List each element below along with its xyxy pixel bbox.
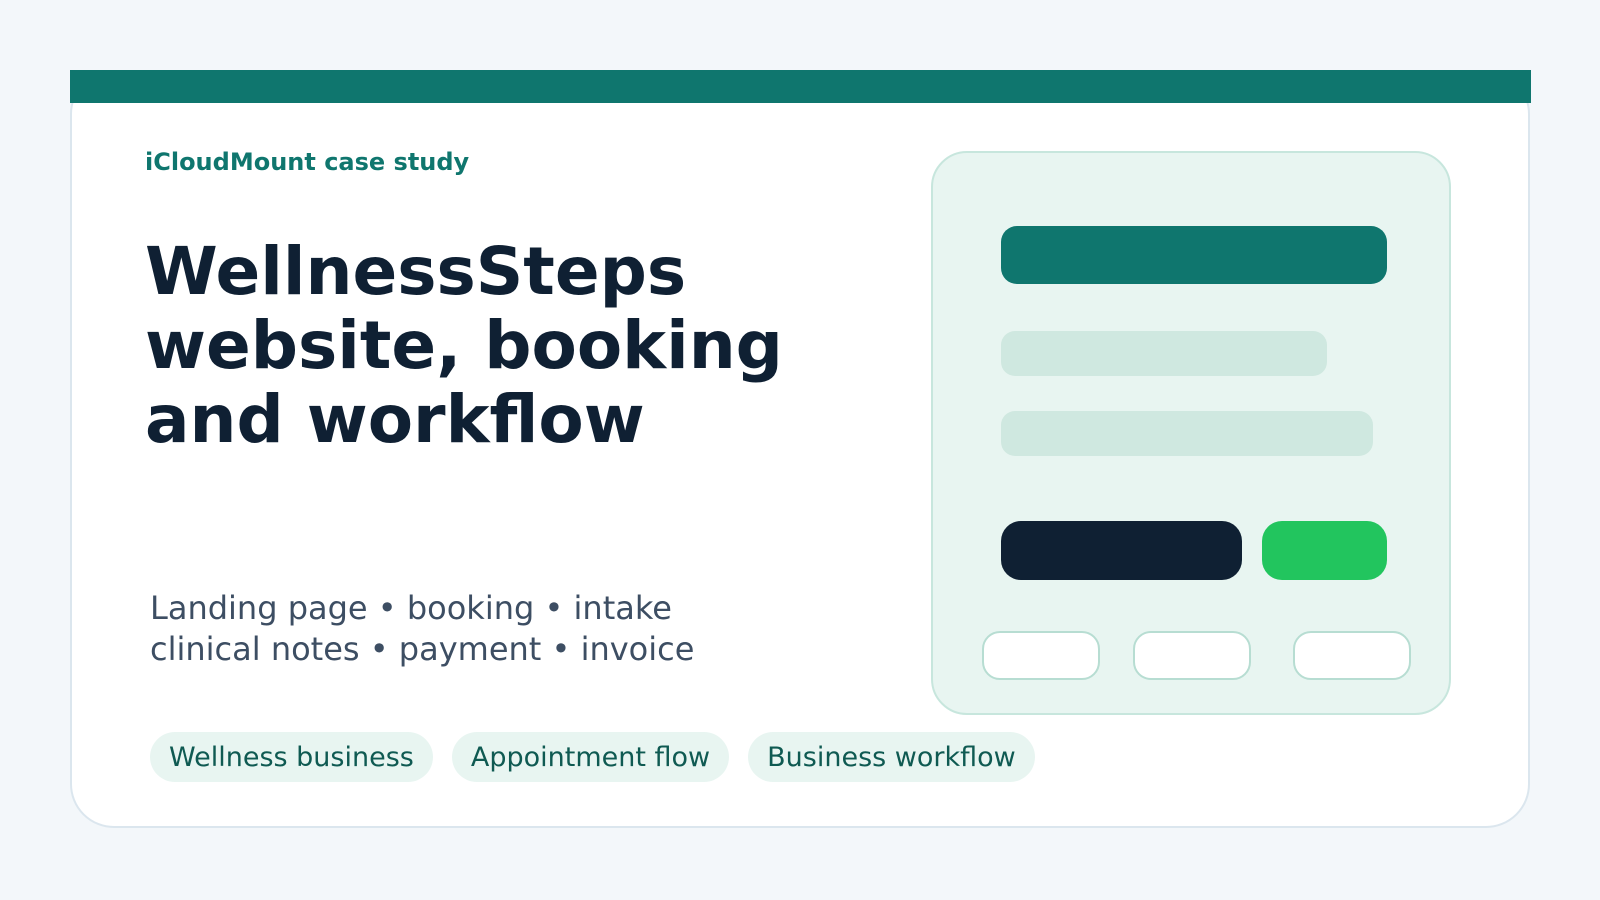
tag-list: Wellness business Appointment flow Busin… bbox=[150, 732, 1035, 782]
subtitle-line: Landing page • booking • intake bbox=[150, 589, 672, 627]
title-line: WellnessSteps bbox=[145, 233, 687, 310]
mockup-pill bbox=[1133, 631, 1251, 680]
title-line: website, booking bbox=[145, 307, 783, 384]
eyebrow-label: iCloudMount case study bbox=[145, 148, 470, 176]
accent-top-bar bbox=[70, 70, 1531, 103]
mockup-text-line bbox=[1001, 331, 1327, 376]
mockup-secondary-button bbox=[1262, 521, 1387, 580]
subtitle: Landing page • booking • intake clinical… bbox=[150, 588, 694, 670]
mockup-pill bbox=[1293, 631, 1411, 680]
tag-wellness-business: Wellness business bbox=[150, 732, 433, 782]
tag-business-workflow: Business workflow bbox=[748, 732, 1035, 782]
subtitle-line: clinical notes • payment • invoice bbox=[150, 630, 695, 668]
mockup-primary-button bbox=[1001, 521, 1242, 580]
ui-mockup-illustration bbox=[931, 151, 1451, 715]
page-title: WellnessSteps website, booking and workf… bbox=[145, 235, 783, 457]
mockup-text-line bbox=[1001, 411, 1373, 456]
tag-appointment-flow: Appointment flow bbox=[451, 732, 730, 782]
title-line: and workflow bbox=[145, 381, 645, 458]
mockup-header-bar bbox=[1001, 226, 1387, 284]
mockup-pill bbox=[982, 631, 1100, 680]
